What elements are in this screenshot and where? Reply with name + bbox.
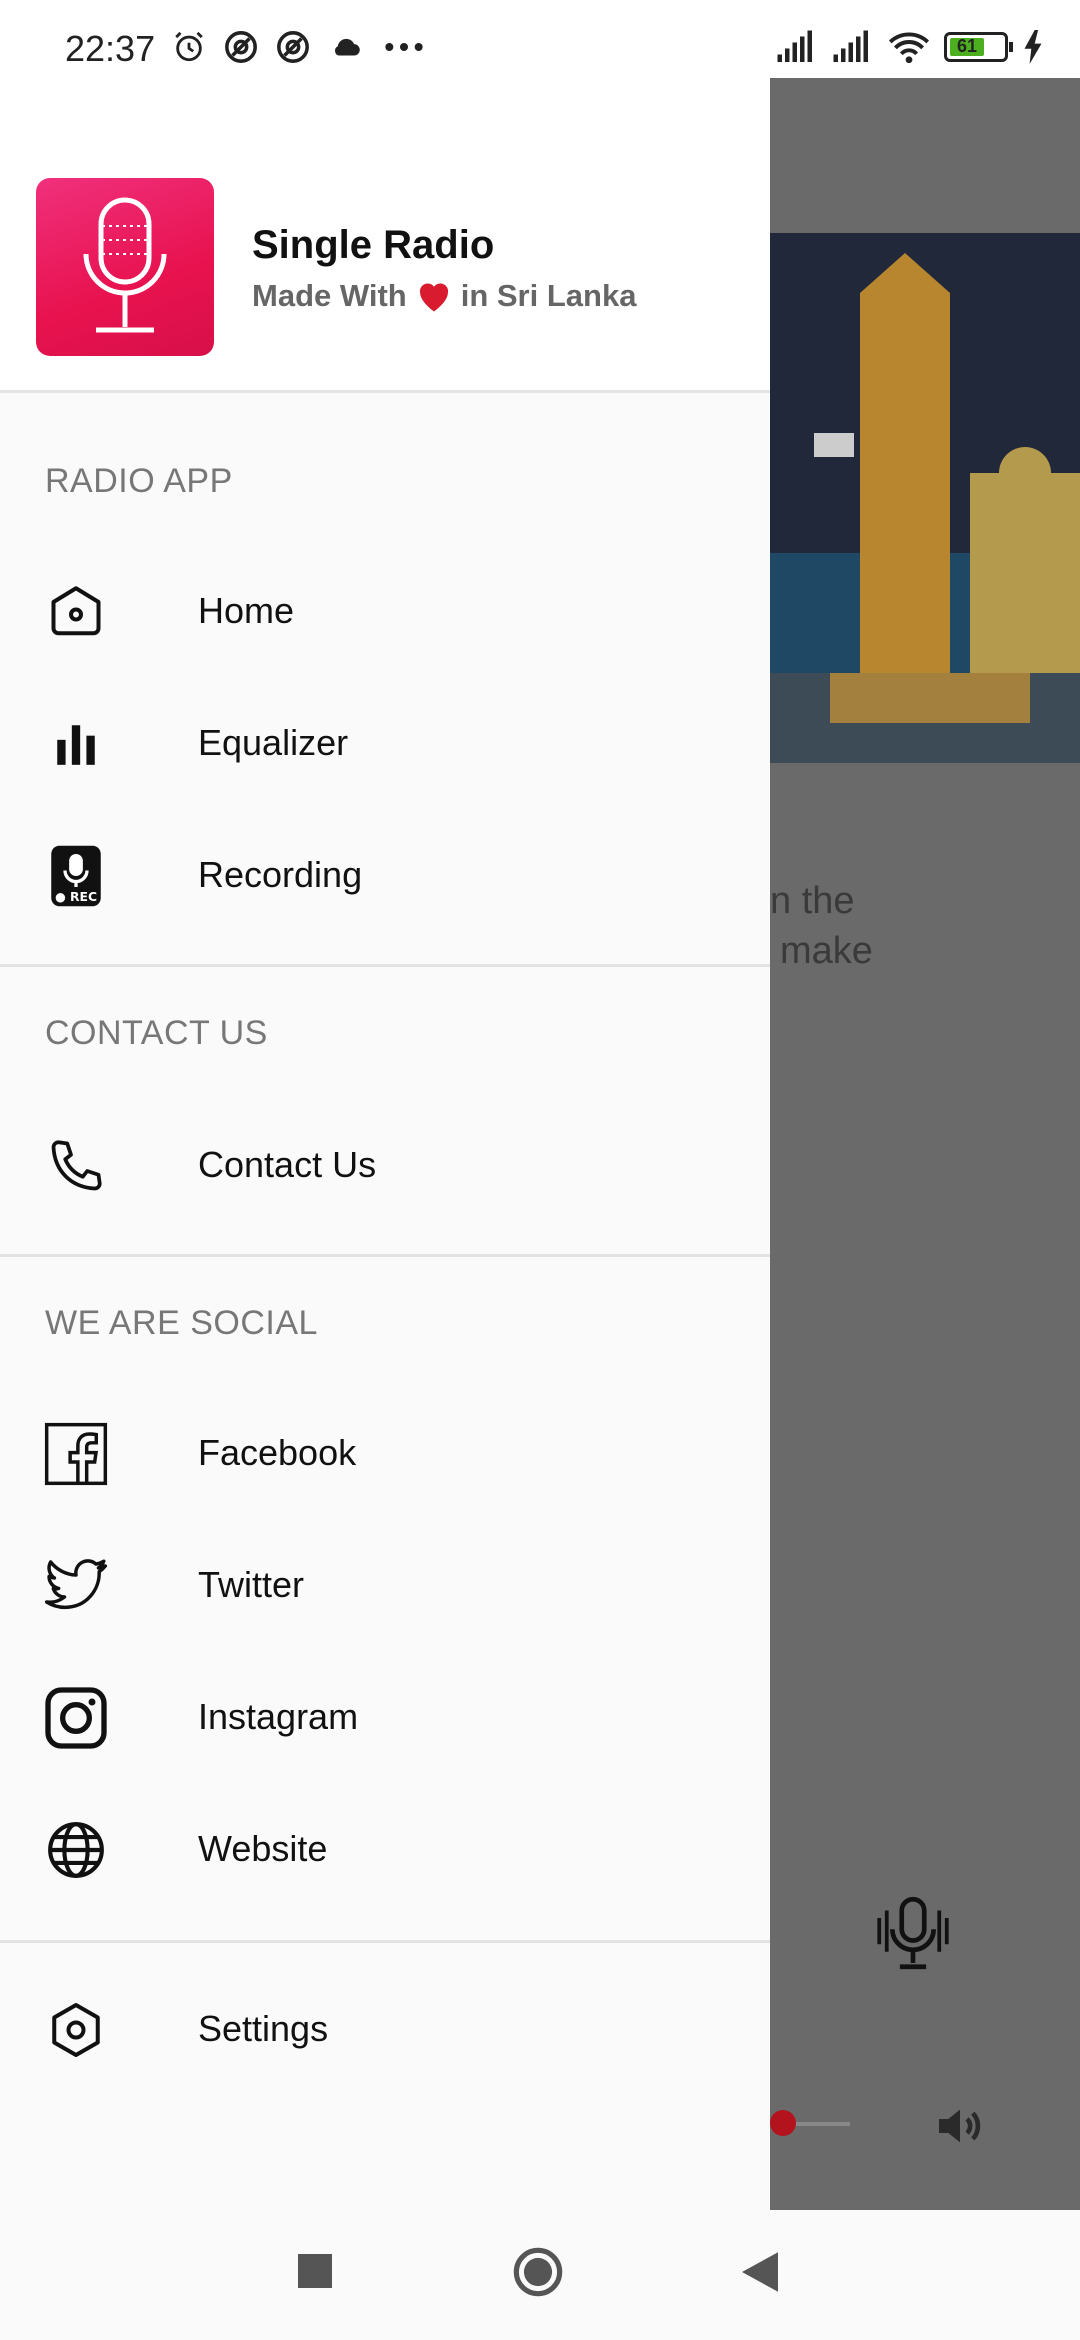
- signal-icon: [833, 30, 868, 62]
- equalizer-icon: [44, 712, 108, 776]
- volume-slider-thumb: [770, 2110, 796, 2136]
- drawer-item-website[interactable]: Website: [0, 1790, 770, 1910]
- battery-icon: 61: [944, 32, 1013, 62]
- back-button[interactable]: [742, 2252, 778, 2292]
- heart-icon: [419, 283, 448, 312]
- home-button[interactable]: [512, 2246, 564, 2298]
- wifi-icon: [888, 32, 930, 64]
- drawer-item-label: Recording: [198, 854, 363, 895]
- status-bar: 22:37 61: [0, 0, 1080, 98]
- tagline-suffix: in Sri Lanka: [460, 278, 637, 313]
- status-time: 22:37: [65, 28, 156, 69]
- globe-icon: [44, 1818, 108, 1882]
- drawer-item-label: Facebook: [198, 1432, 357, 1473]
- drawer-item-home[interactable]: Home: [0, 552, 770, 672]
- divider: [0, 1254, 770, 1257]
- recents-button[interactable]: [298, 2254, 332, 2288]
- app-name: Single Radio: [252, 223, 495, 267]
- tagline-prefix: Made With: [252, 278, 407, 313]
- section-title-radio-app: RADIO APP: [45, 462, 233, 500]
- home-icon: [44, 580, 108, 644]
- drawer-item-settings[interactable]: Settings: [0, 1970, 770, 2090]
- background-app: n the make: [770, 78, 1080, 2210]
- navigation-drawer: Single Radio Made With in Sri Lanka RADI…: [0, 78, 770, 2210]
- section-title-we-are-social: WE ARE SOCIAL: [45, 1304, 318, 1342]
- background-text-line: n the: [770, 880, 855, 922]
- system-navigation-bar: [0, 2210, 1080, 2340]
- drawer-item-label: Website: [198, 1828, 328, 1869]
- instagram-icon: [44, 1686, 108, 1750]
- at-icon: [225, 31, 257, 63]
- divider: [0, 964, 770, 967]
- divider: [0, 1940, 770, 1943]
- alarm-icon: [175, 31, 203, 62]
- recording-icon: ● REC: [44, 844, 108, 908]
- voice-mic-icon: [877, 1896, 949, 1970]
- drawer-item-recording[interactable]: ● REC Recording: [0, 816, 770, 936]
- app-tagline: Made With in Sri Lanka: [252, 278, 636, 314]
- settings-icon: [44, 1998, 108, 2062]
- volume-icon: [939, 2109, 981, 2143]
- at-icon: [277, 31, 309, 63]
- drawer-header: Single Radio Made With in Sri Lanka: [0, 78, 770, 393]
- section-title-contact-us: CONTACT US: [45, 1014, 268, 1052]
- drawer-item-facebook[interactable]: Facebook: [0, 1394, 770, 1514]
- drawer-item-label: Instagram: [198, 1696, 359, 1737]
- facebook-icon: [44, 1422, 108, 1486]
- signal-icon: [777, 30, 812, 62]
- svg-text:● REC: ● REC: [55, 890, 97, 904]
- background-banner-image: [770, 233, 1080, 763]
- drawer-item-label: Home: [198, 590, 295, 631]
- drawer-item-label: Twitter: [198, 1564, 305, 1605]
- battery-level: 61: [957, 36, 978, 56]
- drawer-item-twitter[interactable]: Twitter: [0, 1526, 770, 1646]
- drawer-item-equalizer[interactable]: Equalizer: [0, 684, 770, 804]
- more-icon: [385, 43, 423, 51]
- cloud-icon: [334, 38, 360, 56]
- drawer-item-label: Settings: [198, 2008, 329, 2049]
- background-text-line: make: [780, 930, 873, 972]
- drawer-item-contact-us[interactable]: Contact Us: [0, 1106, 770, 1226]
- drawer-item-label: Equalizer: [198, 722, 349, 763]
- drawer-item-label: Contact Us: [198, 1144, 377, 1185]
- charging-icon: [1024, 30, 1042, 64]
- twitter-icon: [44, 1554, 108, 1618]
- app-logo: [36, 178, 214, 356]
- phone-icon: [44, 1134, 108, 1198]
- drawer-item-instagram[interactable]: Instagram: [0, 1658, 770, 1778]
